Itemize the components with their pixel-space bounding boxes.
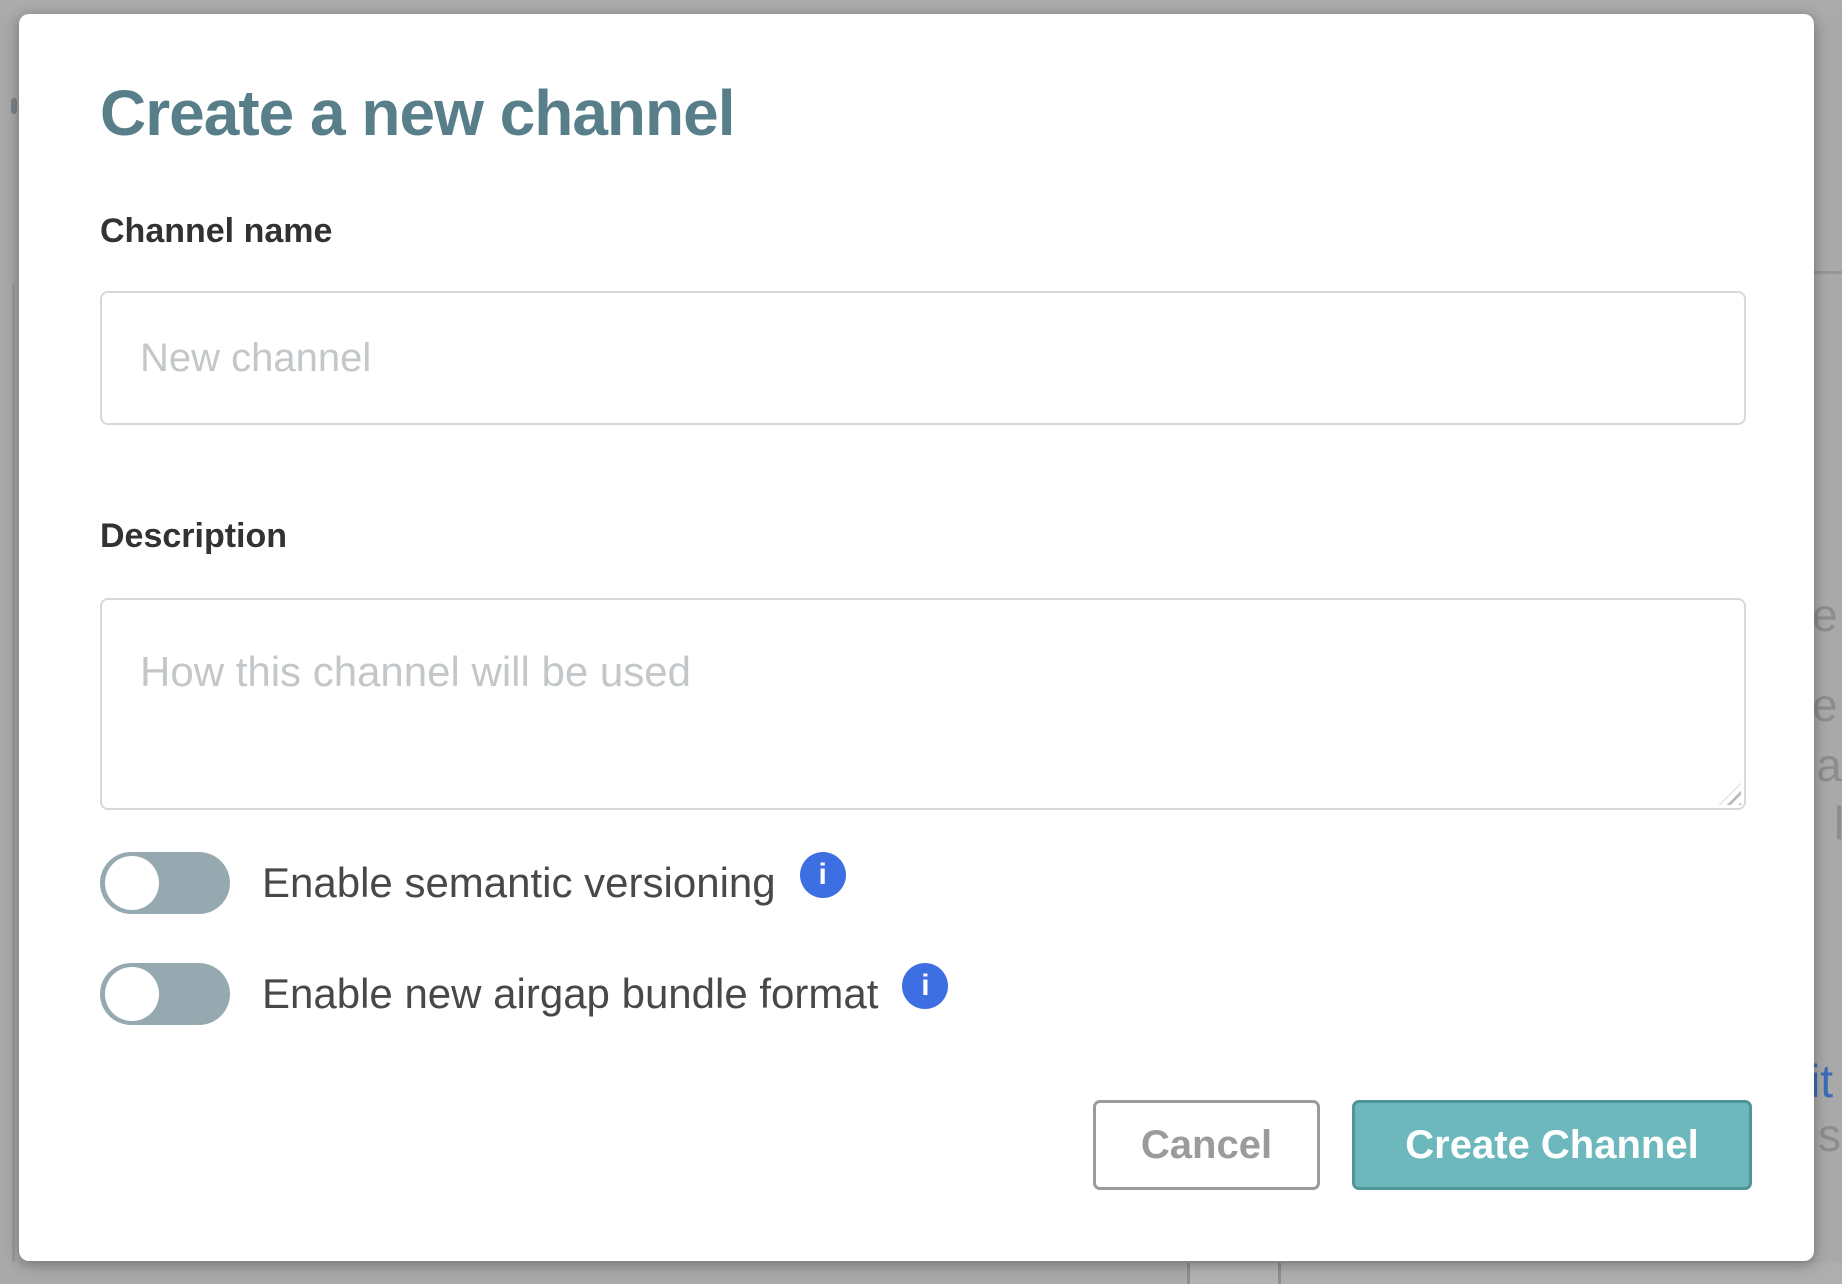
backdrop-text-fragment: e <box>1812 682 1838 728</box>
cancel-button[interactable]: Cancel <box>1093 1100 1320 1190</box>
backdrop-table-divider <box>1187 1263 1190 1284</box>
channel-name-label: Channel name <box>100 212 1746 251</box>
description-textarea[interactable] <box>100 598 1746 810</box>
backdrop-table-divider <box>1278 1263 1281 1284</box>
airgap-bundle-toggle[interactable] <box>100 963 230 1025</box>
toggle-knob <box>105 856 159 910</box>
backdrop-notch <box>11 98 17 114</box>
backdrop-table-row <box>1281 1263 1842 1284</box>
info-icon[interactable]: i <box>902 963 948 1009</box>
backdrop-header-divider <box>1814 271 1842 274</box>
toggle-row-airgap-bundle: Enable new airgap bundle format i <box>100 963 1746 1025</box>
semantic-versioning-label: Enable semantic versioning <box>262 859 776 907</box>
toggle-knob <box>105 967 159 1021</box>
backdrop-card-edge <box>12 282 15 1262</box>
create-channel-modal: Create a new channel Channel name Descri… <box>19 14 1814 1261</box>
description-label: Description <box>100 517 1746 556</box>
modal-title: Create a new channel <box>100 76 1746 150</box>
channel-name-input[interactable] <box>100 291 1746 425</box>
backdrop-top-strip <box>0 0 1842 14</box>
semantic-versioning-toggle[interactable] <box>100 852 230 914</box>
backdrop-text-fragment: s <box>1818 1112 1841 1158</box>
airgap-bundle-label: Enable new airgap bundle format <box>262 970 878 1018</box>
backdrop-text-fragment: l <box>1834 800 1842 846</box>
backdrop-table-cell <box>1190 1263 1278 1284</box>
toggle-row-semantic-versioning: Enable semantic versioning i <box>100 852 1746 914</box>
create-channel-button[interactable]: Create Channel <box>1352 1100 1752 1190</box>
backdrop-text-fragment: e <box>1812 592 1838 638</box>
info-icon[interactable]: i <box>800 852 846 898</box>
